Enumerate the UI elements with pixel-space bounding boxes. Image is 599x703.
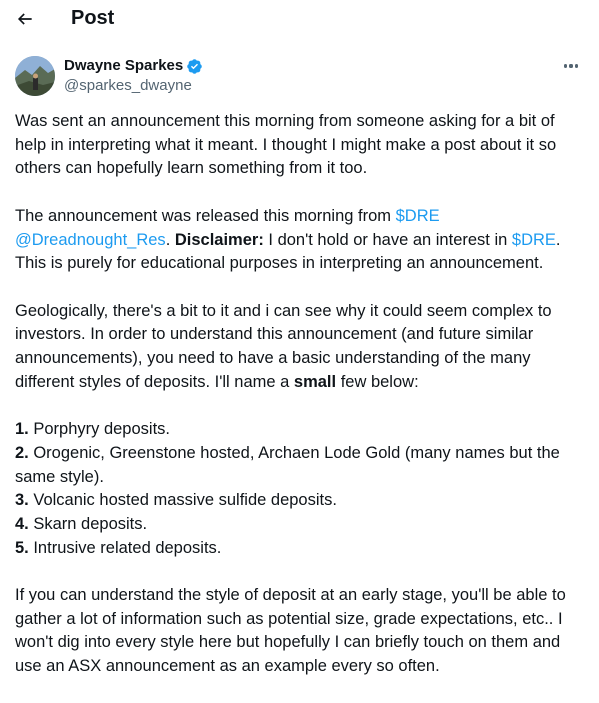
list-number: 5. (15, 538, 29, 557)
bold-text: small (293, 372, 337, 391)
list-text: Volcanic hosted massive sulfide deposits… (28, 491, 337, 510)
disclaimer-label: Disclaimer: (174, 230, 264, 249)
top-bar: Post (0, 0, 599, 38)
avatar-image-icon (15, 56, 55, 96)
list-text: Orogenic, Greenstone hosted, Archaen Lod… (15, 443, 560, 486)
post-paragraph-1: Was sent an announcement this morning fr… (15, 112, 557, 178)
post-paragraph-2: The announcement was released this morni… (15, 206, 561, 273)
text-segment: few below: (336, 372, 419, 391)
list-number: 2. (15, 443, 29, 462)
list-number: 1. (15, 420, 29, 439)
post-text: Was sent an announcement this morning fr… (15, 110, 587, 703)
author-name-text: Dwayne Sparkes (64, 57, 184, 74)
more-options-button[interactable] (560, 58, 582, 74)
deposit-list: 1. Porphyry deposits. 2. Orogenic, Green… (15, 418, 587, 560)
verified-badge-icon (187, 58, 202, 74)
list-number: 3. (15, 491, 29, 510)
list-item: 3. Volcanic hosted massive sulfide depos… (15, 491, 337, 509)
list-item: 4. Skarn deposits. (15, 515, 147, 533)
list-text: Skarn deposits. (28, 514, 148, 533)
more-dot-icon (574, 64, 579, 68)
back-arrow-icon (17, 13, 32, 25)
post-paragraph-4: If you can understand the style of depos… (15, 586, 566, 676)
list-text: Porphyry deposits. (28, 420, 170, 439)
mention-link[interactable]: @Dreadnought_Res (15, 231, 166, 249)
page-title: Post (71, 7, 115, 29)
text-segment: The announcement was released this morni… (15, 206, 396, 225)
post-paragraph-3: Geologically, there's a bit to it and i … (15, 300, 587, 395)
list-item: 2. Orogenic, Greenstone hosted, Archaen … (15, 444, 560, 486)
author-name[interactable]: Dwayne Sparkes (64, 57, 203, 75)
more-dot-icon (563, 64, 568, 68)
list-item: 1. Porphyry deposits. (15, 420, 170, 438)
cashtag-link[interactable]: $DRE (512, 231, 556, 249)
list-text: Intrusive related deposits. (28, 538, 222, 557)
list-item: 5. Intrusive related deposits. (15, 539, 221, 557)
text-segment: I don't hold or have an interest in (263, 230, 512, 249)
author-handle[interactable]: @sparkes_dwayne (64, 77, 192, 95)
avatar[interactable] (15, 56, 55, 96)
list-number: 4. (15, 514, 29, 533)
text-segment: Geologically, there's a bit to it and i … (15, 301, 552, 391)
more-dot-icon (569, 64, 573, 68)
cashtag-link[interactable]: $DRE (396, 207, 440, 225)
back-button[interactable] (10, 4, 40, 34)
